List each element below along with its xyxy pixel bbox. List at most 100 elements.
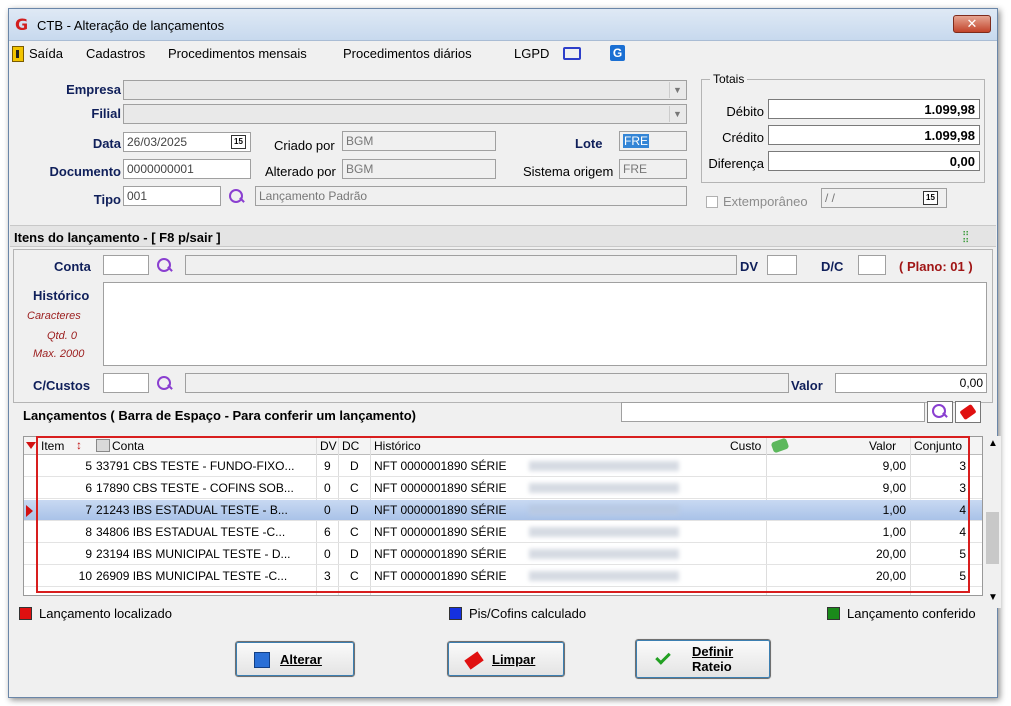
dv-field[interactable] [767, 255, 797, 275]
app-logo-icon: G [15, 15, 29, 34]
cell-conjunto: 3 [959, 481, 966, 495]
max-label: Max. 2000 [33, 348, 85, 360]
scroll-thumb[interactable] [986, 512, 999, 564]
cell-valor: 1,00 [882, 503, 906, 517]
diferenca-value: 0,00 [768, 151, 980, 171]
itens-section-bar: Itens do lançamento - [ F8 p/sair ] ⠶ ⠶ [10, 225, 996, 247]
legend-conferido: Lançamento conferido [847, 606, 976, 621]
tipo-label: Tipo [93, 192, 121, 207]
lote-field[interactable]: FRE [619, 131, 687, 151]
filial-combo[interactable]: ▼ [123, 104, 687, 124]
lancamentos-grid[interactable]: Item ↕ Conta DV DC Histórico Custo Valor… [23, 436, 983, 596]
credito-label: Crédito [722, 130, 764, 145]
search-icon[interactable] [156, 375, 174, 393]
tipo-field[interactable]: 001 [123, 186, 221, 206]
cell-dc: C [350, 569, 359, 583]
valor-label: Valor [791, 378, 823, 393]
main-window: G CTB - Alteração de lançamentos ✕ Saída… [8, 8, 1001, 698]
chevron-up-icon[interactable]: ▲ [988, 438, 998, 449]
chevron-down-icon[interactable]: ▼ [988, 592, 998, 603]
alterado-por-field: BGM [342, 159, 496, 179]
calendar-icon[interactable]: 15 [231, 135, 246, 149]
table-row[interactable]: 5 33791 CBS TESTE - FUNDO-FIXO... 9 D NF… [24, 456, 982, 477]
extemporaneo-checkbox[interactable] [706, 196, 718, 208]
menu-bar: Saída Cadastros Procedimentos mensais Pr… [9, 42, 997, 64]
valor-field[interactable]: 0,00 [835, 373, 987, 393]
menu-procedimentos-diarios[interactable]: Procedimentos diários [343, 46, 472, 61]
cell-dc: D [350, 503, 359, 517]
table-row[interactable]: 9 23194 IBS MUNICIPAL TESTE - D... 0 D N… [24, 544, 982, 565]
cell-conta: 33791 CBS TESTE - FUNDO-FIXO... [96, 459, 295, 473]
lancamentos-search-input[interactable] [621, 402, 925, 422]
table-row[interactable]: 10 26909 IBS MUNICIPAL TESTE -C... 3 C N… [24, 566, 982, 587]
exit-door-icon[interactable] [12, 46, 24, 62]
dc-field[interactable] [858, 255, 886, 275]
expand-icon[interactable]: ⠶ ⠶ [962, 229, 978, 246]
lote-value: FRE [623, 134, 649, 148]
eraser-icon [959, 403, 977, 421]
itens-section-title: Itens do lançamento - [ F8 p/sair ] [14, 230, 221, 245]
empresa-combo[interactable]: ▼ [123, 80, 687, 100]
cell-conta: 26909 IBS MUNICIPAL TESTE -C... [96, 569, 288, 583]
check-icon [655, 649, 671, 665]
criado-por-label: Criado por [274, 138, 335, 153]
redacted-text [529, 505, 679, 515]
col-dv[interactable]: DV [320, 439, 337, 453]
cell-dv: 6 [324, 525, 331, 539]
cell-conjunto: 4 [959, 503, 966, 517]
cell-dc: C [350, 481, 359, 495]
filial-label: Filial [91, 106, 121, 121]
alterar-button[interactable]: Alterar [234, 640, 356, 678]
close-button[interactable]: ✕ [953, 15, 991, 33]
menu-saida[interactable]: Saída [29, 46, 63, 61]
cell-dv: 0 [324, 503, 331, 517]
documento-field[interactable]: 0000000001 [123, 159, 251, 179]
search-icon[interactable] [228, 188, 246, 206]
conta-desc-field [185, 255, 737, 275]
col-historico[interactable]: Histórico [374, 439, 421, 453]
limpar-button[interactable]: Limpar [446, 640, 566, 678]
col-conjunto[interactable]: Conjunto [914, 439, 962, 453]
lancamentos-title: Lançamentos ( Barra de Espaço - Para con… [23, 408, 417, 423]
lancamentos-search-button[interactable] [927, 401, 953, 423]
col-conta[interactable]: Conta [112, 439, 144, 453]
historico-textarea[interactable] [103, 282, 987, 366]
col-item[interactable]: Item [41, 439, 64, 453]
table-row[interactable]: 8 34806 IBS ESTADUAL TESTE -C... 6 C NFT… [24, 522, 982, 543]
search-icon[interactable] [156, 257, 174, 275]
chevron-down-icon[interactable]: ▼ [669, 106, 685, 122]
col-valor[interactable]: Valor [869, 439, 896, 453]
chevron-down-icon[interactable]: ▼ [669, 82, 685, 98]
sort-down-icon[interactable] [26, 442, 36, 449]
cell-conta: 34806 IBS ESTADUAL TESTE -C... [96, 525, 286, 539]
table-row-selected[interactable]: 7 21243 IBS ESTADUAL TESTE - B... 0 D NF… [24, 500, 982, 521]
title-bar: G CTB - Alteração de lançamentos ✕ [9, 9, 997, 41]
cell-conta: 23194 IBS MUNICIPAL TESTE - D... [96, 547, 291, 561]
redacted-text [529, 571, 679, 581]
calendar-icon[interactable]: 15 [923, 191, 938, 205]
redacted-text [529, 483, 679, 493]
credito-value: 1.099,98 [768, 125, 980, 145]
menu-cadastros[interactable]: Cadastros [86, 46, 145, 61]
cell-conta: 17890 CBS TESTE - COFINS SOB... [96, 481, 294, 495]
redacted-text [529, 527, 679, 537]
definir-rateio-button[interactable]: Definir Rateio [634, 638, 772, 680]
extemporaneo-label: Extemporâneo [723, 194, 808, 209]
clear-search-button[interactable] [955, 401, 981, 423]
debito-value: 1.099,98 [768, 99, 980, 119]
cell-historico: NFT 0000001890 SÉRIE [374, 459, 507, 473]
menu-procedimentos-mensais[interactable]: Procedimentos mensais [168, 46, 307, 61]
ccustos-field[interactable] [103, 373, 149, 393]
monitor-icon[interactable] [563, 47, 581, 60]
table-row[interactable]: 6 17890 CBS TESTE - COFINS SOB... 0 C NF… [24, 478, 982, 499]
menu-lgpd[interactable]: LGPD [514, 46, 549, 61]
col-custo[interactable]: Custo [730, 439, 761, 453]
grid-vertical-scrollbar[interactable]: ▲ ▼ [984, 436, 1001, 608]
cell-conjunto: 5 [959, 547, 966, 561]
cell-conjunto: 4 [959, 525, 966, 539]
sort-indicator-icon: ↕ [76, 438, 82, 452]
col-dc[interactable]: DC [342, 439, 359, 453]
rateio-label: Rateio [692, 659, 732, 674]
conta-field[interactable] [103, 255, 149, 275]
app-g-icon[interactable]: G [610, 45, 625, 61]
